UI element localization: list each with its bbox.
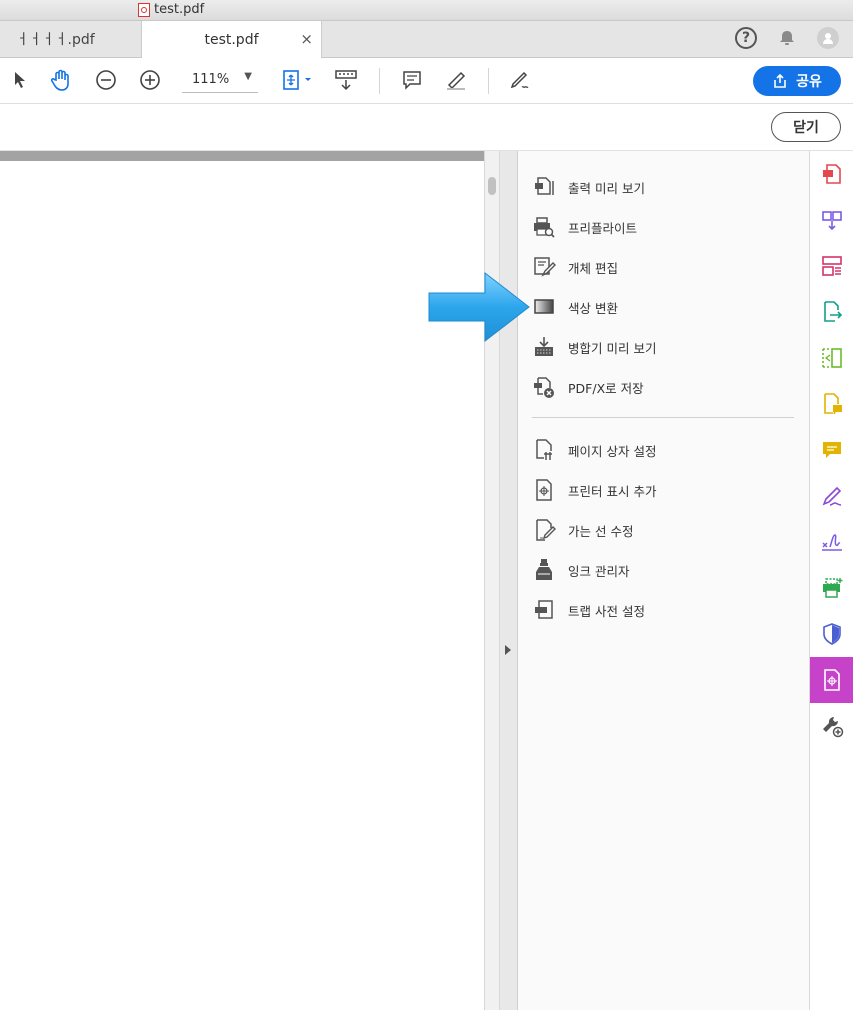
tool-fix-hairlines[interactable]: 가는 선 수정: [532, 515, 633, 545]
comment-icon[interactable]: [810, 427, 853, 473]
request-signature-icon[interactable]: [810, 519, 853, 565]
tool-label: 트랩 사전 설정: [568, 603, 645, 619]
close-tool-label: 닫기: [793, 120, 819, 136]
zoom-level-value: 111%: [192, 72, 230, 87]
more-tools-icon[interactable]: [810, 703, 853, 749]
document-page[interactable]: [0, 151, 484, 1010]
tool-output-preview[interactable]: 출력 미리 보기: [532, 172, 645, 202]
close-tool-button[interactable]: 닫기: [771, 112, 841, 142]
create-pdf-icon[interactable]: [810, 151, 853, 197]
window-title: test.pdf: [154, 2, 205, 17]
print-production-icon[interactable]: [810, 657, 853, 703]
flattener-preview-icon: [532, 335, 556, 359]
tool-context-bar: 닫기: [0, 104, 853, 151]
toolbar-divider: [379, 68, 380, 94]
fit-page-icon[interactable]: [278, 66, 316, 94]
bell-icon[interactable]: [776, 27, 798, 49]
share-icon: [774, 73, 786, 88]
tab-label: ㅓㅓㅓㅓ.pdf: [16, 32, 95, 48]
output-preview-icon: [532, 175, 556, 199]
hand-tool-icon[interactable]: [48, 66, 76, 94]
tool-flattener-preview[interactable]: 병합기 미리 보기: [532, 332, 656, 362]
keyboard-scroll-icon[interactable]: [332, 66, 360, 94]
tool-save-pdfx[interactable]: PDF/X로 저장: [532, 372, 644, 402]
tool-label: 출력 미리 보기: [568, 180, 645, 196]
pointer-arrow-icon: [428, 271, 530, 343]
compare-files-icon[interactable]: [810, 335, 853, 381]
tool-label: 페이지 상자 설정: [568, 443, 657, 459]
tab-document-test[interactable]: test.pdf ×: [142, 21, 322, 58]
help-icon[interactable]: ?: [735, 27, 757, 49]
toolbar-divider: [488, 68, 489, 94]
tool-trap-presets[interactable]: 트랩 사전 설정: [532, 595, 645, 625]
preflight-icon: [532, 215, 556, 239]
tool-label: 병합기 미리 보기: [568, 340, 657, 356]
tool-label: 개체 편집: [568, 260, 618, 276]
combine-files-icon[interactable]: [810, 197, 853, 243]
ink-manager-icon: [532, 558, 556, 582]
sign-pen-icon[interactable]: [506, 66, 534, 94]
tool-ink-manager[interactable]: 잉크 관리자: [532, 555, 629, 585]
edit-object-icon: [532, 255, 556, 279]
tool-preflight[interactable]: 프리플라이트: [532, 212, 637, 242]
tool-label: PDF/X로 저장: [568, 380, 644, 396]
comment-icon[interactable]: [398, 66, 426, 94]
highlight-icon[interactable]: [442, 66, 470, 94]
set-page-boxes-icon: [532, 438, 556, 462]
main-toolbar: 111% ▼ 공유: [0, 58, 853, 104]
close-tab-icon[interactable]: ×: [300, 30, 313, 48]
export-pdf-icon[interactable]: [810, 289, 853, 335]
tool-convert-colors[interactable]: 색상 변환: [532, 292, 618, 322]
share-button[interactable]: 공유: [753, 66, 841, 96]
tool-label: 가는 선 수정: [568, 523, 634, 539]
panel-divider: [532, 417, 794, 418]
document-top-strip: [0, 151, 484, 161]
convert-colors-icon: [532, 295, 556, 319]
tool-label: 잉크 관리자: [568, 563, 630, 579]
comment-file-icon[interactable]: [810, 381, 853, 427]
tool-label: 색상 변환: [568, 300, 618, 316]
share-label: 공유: [796, 74, 822, 90]
zoom-out-icon[interactable]: [92, 66, 120, 94]
tools-right-rail: [809, 151, 853, 1010]
tool-label: 프린터 표시 추가: [568, 483, 657, 499]
tool-set-page-boxes[interactable]: 페이지 상자 설정: [532, 435, 656, 465]
zoom-in-icon[interactable]: [136, 66, 164, 94]
zoom-level-select[interactable]: 111% ▼: [182, 70, 258, 93]
fill-sign-icon[interactable]: [810, 473, 853, 519]
tool-edit-object[interactable]: 개체 편집: [532, 252, 618, 282]
pdf-file-icon: [138, 2, 150, 17]
fix-hairlines-icon: [532, 518, 556, 542]
window-title-bar: test.pdf: [0, 0, 853, 21]
scrollbar-thumb[interactable]: [488, 177, 496, 195]
user-icon[interactable]: [817, 27, 839, 49]
tab-document-1[interactable]: ㅓㅓㅓㅓ.pdf: [0, 21, 142, 57]
tool-add-printer-marks[interactable]: 프린터 표시 추가: [532, 475, 656, 505]
organize-pages-icon[interactable]: [810, 243, 853, 289]
tab-label: test.pdf: [204, 31, 259, 48]
select-tool-icon[interactable]: [6, 66, 34, 94]
add-printer-marks-icon: [532, 478, 556, 502]
tab-bar: ㅓㅓㅓㅓ.pdf test.pdf × ?: [0, 21, 853, 58]
trap-presets-icon: [532, 598, 556, 622]
protect-icon[interactable]: [810, 611, 853, 657]
print-production-panel: 출력 미리 보기 프리플라이트 개체 편집 색상 변환 병합기 미리 보기 PD…: [518, 151, 809, 1010]
print-production-alt-icon[interactable]: [810, 565, 853, 611]
collapse-panel-icon[interactable]: [505, 645, 511, 655]
save-pdfx-icon: [532, 375, 556, 399]
chevron-down-icon: ▼: [244, 71, 252, 82]
tool-label: 프리플라이트: [568, 220, 638, 236]
